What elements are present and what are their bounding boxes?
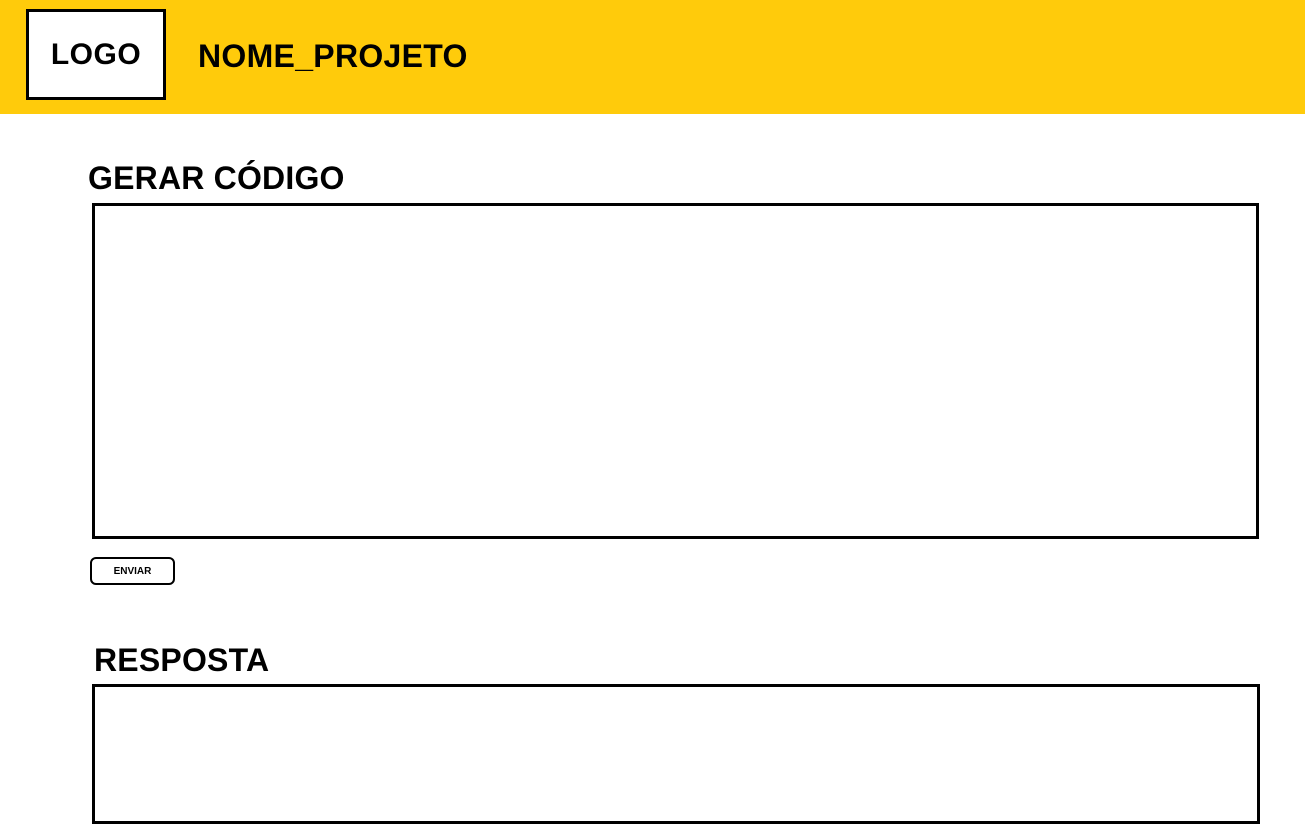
header-bar: LOGO NOME_PROJETO	[0, 0, 1305, 114]
generate-code-title: GERAR CÓDIGO	[88, 160, 345, 196]
logo: LOGO	[26, 9, 166, 100]
response-title: RESPOSTA	[94, 642, 270, 678]
code-input[interactable]	[92, 203, 1259, 539]
send-button[interactable]: ENVIAR	[90, 557, 175, 585]
project-name: NOME_PROJETO	[198, 38, 468, 74]
response-output[interactable]	[92, 684, 1260, 824]
